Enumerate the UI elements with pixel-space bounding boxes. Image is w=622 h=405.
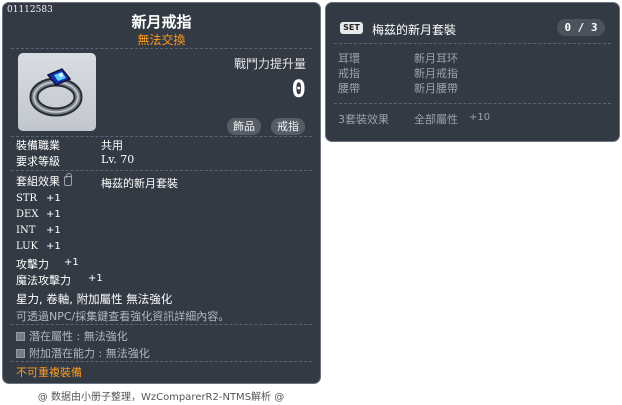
set-slot-label: 耳環 <box>338 52 360 65</box>
divider <box>334 103 611 104</box>
set-slot-item: 新月腰帶 <box>414 82 458 95</box>
ring-icon <box>29 68 83 117</box>
power-increase-label: 戰鬥力提升量 <box>233 57 306 71</box>
set-badge: SET <box>340 22 363 34</box>
stat-name: 攻擊力 <box>16 258 49 271</box>
job-value: 共用 <box>101 139 123 152</box>
level-label: 要求等級 <box>16 155 60 168</box>
set-effect-value: 梅茲的新月套裝 <box>101 177 178 190</box>
tag-accessory: 飾品 <box>227 118 261 135</box>
item-name: 新月戒指 <box>131 13 192 31</box>
footer-credit: @ 数据由小册子整理，WzComparerR2-NTMS解析 @ <box>37 392 285 403</box>
divider <box>11 361 312 362</box>
power-increase-value: 0 <box>291 75 306 103</box>
stat-value: +1 <box>46 209 61 220</box>
set-effect-count-label: 3套裝效果 <box>338 113 389 126</box>
stat-value: +1 <box>64 257 79 268</box>
set-name: 梅茲的新月套裝 <box>372 23 457 37</box>
level-value: Lv. 70 <box>101 153 135 166</box>
stat-name: DEX <box>16 209 39 220</box>
bonus-potential-label: 附加潛在能力 : 無法強化 <box>29 347 150 360</box>
divider <box>334 43 611 44</box>
potential-label: 潛在屬性 : 無法強化 <box>29 330 128 343</box>
potential-row: 潛在屬性 : 無法強化 <box>16 328 128 344</box>
set-slot-label: 腰帶 <box>338 82 360 95</box>
divider <box>11 170 312 171</box>
item-icon-frame <box>18 53 96 131</box>
set-slot-item: 新月戒指 <box>414 67 458 80</box>
unique-equip-note: 不可重複裝備 <box>16 366 82 379</box>
enhance-status: 星力, 卷軸, 附加屬性 無法強化 <box>16 292 173 306</box>
set-slot-item: 新月耳环 <box>414 52 458 65</box>
set-effect-bonus: +10 <box>469 112 491 123</box>
stat-name: LUK <box>16 241 38 252</box>
stat-value: +1 <box>46 225 61 236</box>
job-label: 裝備職業 <box>16 139 60 152</box>
set-effect-stat: 全部屬性 <box>414 113 458 126</box>
item-tooltip: 01112583 新月戒指 無法交換 戰鬥力提升量 0 飾品 戒指 裝備職業 共… <box>2 2 321 384</box>
set-effect-row: 套組效果 <box>16 173 72 189</box>
stat-name: 魔法攻擊力 <box>16 274 71 287</box>
stat-value: +1 <box>46 193 61 204</box>
set-effect-label: 套組效果 <box>16 175 60 188</box>
stat-value: +1 <box>88 273 103 284</box>
npc-hint: 可透過NPC/採集鍵查看強化資訊詳細內容。 <box>16 310 230 323</box>
trade-status: 無法交換 <box>137 33 186 47</box>
lock-icon <box>64 173 72 186</box>
set-slot-label: 戒指 <box>338 67 360 80</box>
potential-icon <box>16 332 25 341</box>
stat-name: INT <box>16 225 36 236</box>
divider <box>11 48 312 49</box>
tag-ring: 戒指 <box>271 118 305 135</box>
stat-value: +1 <box>46 241 61 252</box>
set-progress: 0 / 3 <box>557 19 605 36</box>
bonus-potential-icon <box>16 349 25 358</box>
bonus-potential-row: 附加潛在能力 : 無法強化 <box>16 345 150 361</box>
stat-name: STR <box>16 193 38 204</box>
set-tooltip: SET 梅茲的新月套裝 0 / 3 耳環 新月耳环 戒指 新月戒指 腰帶 新月腰… <box>325 2 620 142</box>
divider <box>11 324 312 325</box>
